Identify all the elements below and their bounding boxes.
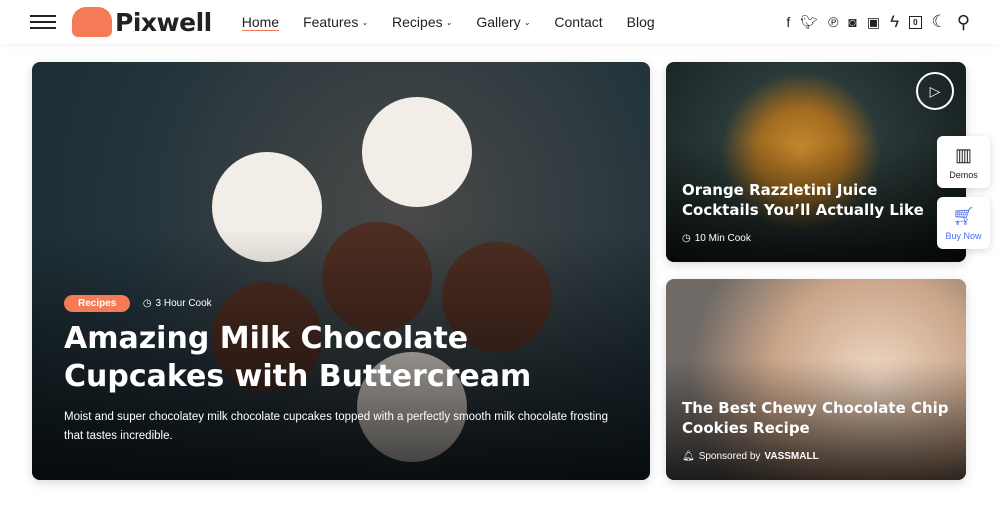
post-meta: ◷ 10 Min Cook [682,233,751,244]
facebook-icon[interactable]: f [786,14,790,30]
logo-text: Pixwell [115,7,212,37]
search-icon[interactable]: ⚲ [957,12,970,33]
nav-gallery[interactable]: Gallery ⌄ [476,14,530,31]
youtube-icon[interactable]: ▣ [867,14,880,31]
nav-recipes[interactable]: Recipes ⌄ [392,14,452,31]
sponsor-prefix: Sponsored by [698,451,761,462]
bookmark-icon[interactable]: 0 [909,15,922,29]
nav-home[interactable]: Home [241,14,280,31]
demos-icon: ▥ [954,144,972,165]
lightning-icon[interactable]: ϟ [890,12,899,32]
chevron-down-icon: ⌄ [361,17,369,27]
instagram-icon[interactable]: ◙ [848,14,856,30]
demos-button[interactable]: ▥ Demos [937,136,990,188]
menu-icon[interactable] [30,15,56,29]
buy-now-label: Buy Now [945,230,982,241]
featured-post[interactable]: Recipes ◷ 3 Hour Cook Amazing Milk Chocol… [32,62,650,480]
post-excerpt: Moist and super chocolatey milk chocolat… [64,411,608,442]
chevron-down-icon: ⌄ [523,17,531,27]
logo-icon [72,7,112,37]
bell-icon: 🔔︎ [682,451,695,462]
sponsor-name[interactable]: VASSMALL [764,451,818,462]
site-header: Pixwell Home Features ⌄ Recipes ⌄ Gallery ⌄… [0,0,1000,44]
post-title[interactable]: The Best Chewy Chocolate Chip Cookies Re… [682,398,950,438]
side-post[interactable]: The Best Chewy Chocolate Chip Cookies Re… [666,279,966,480]
side-post[interactable]: ▷ Orange Razzletini Juice Cocktails You’… [666,62,966,262]
post-meta: ◷ 3 Hour Cook [143,298,212,309]
main-nav: Home Features ⌄ Recipes ⌄ Gallery ⌄ Contact… [241,14,655,31]
cart-icon: 🛒︎ [952,205,975,226]
sponsor-meta: 🔔︎ Sponsored by VASSMALL [682,451,819,462]
meta-text: 3 Hour Cook [155,298,212,309]
twitter-icon[interactable]: 🐦︎ [800,14,818,31]
pinterest-icon[interactable]: ℗ [828,14,838,30]
nav-blog[interactable]: Blog [627,14,655,31]
chevron-down-icon: ⌄ [445,17,453,27]
post-title[interactable]: Amazing Milk Chocolate Cupcakes with But… [64,320,634,396]
demos-label: Demos [949,169,978,180]
dark-mode-icon[interactable]: ☾ [932,12,947,32]
nav-features[interactable]: Features ⌄ [303,14,368,31]
meta-text: 10 Min Cook [694,233,751,244]
post-title[interactable]: Orange Razzletini Juice Cocktails You’ll… [682,180,950,220]
clock-icon: ◷ [682,233,691,244]
clock-icon: ◷ [142,298,152,309]
buy-now-button[interactable]: 🛒︎ Buy Now [937,197,990,249]
nav-contact[interactable]: Contact [554,14,602,31]
category-badge[interactable]: Recipes [64,295,131,312]
logo[interactable]: Pixwell [72,7,212,37]
